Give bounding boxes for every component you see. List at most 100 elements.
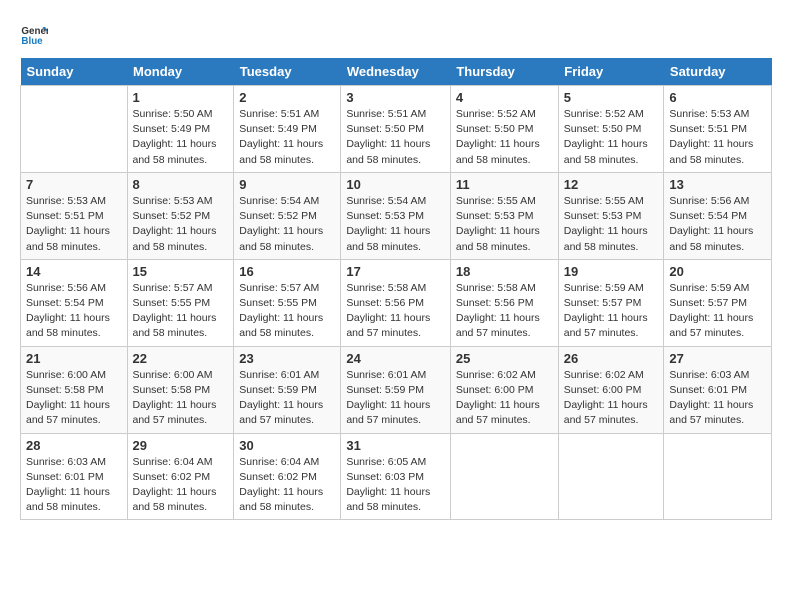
day-number: 22 xyxy=(133,351,229,366)
week-row-5: 28 Sunrise: 6:03 AMSunset: 6:01 PMDayligh… xyxy=(21,433,772,520)
logo-icon: General Blue xyxy=(20,20,48,48)
calendar-cell: 4Sunrise: 5:52 AMSunset: 5:50 PMDaylight… xyxy=(450,86,558,173)
day-info: Sunrise: 5:51 AMSunset: 5:50 PMDaylight:… xyxy=(346,107,445,168)
day-number: 16 xyxy=(239,264,335,279)
calendar-cell: 11 Sunrise: 5:55 AMSunset: 5:53 PMDayligh… xyxy=(450,172,558,259)
day-number: 15 xyxy=(133,264,229,279)
calendar-cell: 23 Sunrise: 6:01 AMSunset: 5:59 PMDayligh… xyxy=(234,346,341,433)
calendar-cell: 14 Sunrise: 5:56 AMSunset: 5:54 PMDayligh… xyxy=(21,259,128,346)
day-number: 8 xyxy=(133,177,229,192)
calendar-cell: 22 Sunrise: 6:00 AMSunset: 5:58 PMDayligh… xyxy=(127,346,234,433)
calendar-cell: 17 Sunrise: 5:58 AMSunset: 5:56 PMDayligh… xyxy=(341,259,451,346)
calendar-cell: 19 Sunrise: 5:59 AMSunset: 5:57 PMDayligh… xyxy=(558,259,664,346)
calendar-cell: 27Sunrise: 6:03 AMSunset: 6:01 PMDayligh… xyxy=(664,346,772,433)
day-info: Sunrise: 5:54 AMSunset: 5:53 PMDaylight:… xyxy=(346,194,445,255)
day-info: Sunrise: 6:05 AMSunset: 6:03 PMDaylight:… xyxy=(346,455,445,516)
calendar-cell: 10 Sunrise: 5:54 AMSunset: 5:53 PMDayligh… xyxy=(341,172,451,259)
day-info: Sunrise: 5:57 AMSunset: 5:55 PMDaylight:… xyxy=(239,281,335,342)
calendar-cell: 15Sunrise: 5:57 AMSunset: 5:55 PMDayligh… xyxy=(127,259,234,346)
day-number: 11 xyxy=(456,177,553,192)
day-info: Sunrise: 5:55 AMSunset: 5:53 PMDaylight:… xyxy=(456,194,553,255)
day-info: Sunrise: 6:04 AMSunset: 6:02 PMDaylight:… xyxy=(133,455,229,516)
calendar-cell: 13 Sunrise: 5:56 AMSunset: 5:54 PMDayligh… xyxy=(664,172,772,259)
day-info: Sunrise: 6:01 AMSunset: 5:59 PMDaylight:… xyxy=(239,368,335,429)
calendar-cell: 21 Sunrise: 6:00 AMSunset: 5:58 PMDayligh… xyxy=(21,346,128,433)
day-number: 26 xyxy=(564,351,659,366)
calendar-cell: 7 Sunrise: 5:53 AMSunset: 5:51 PMDaylight… xyxy=(21,172,128,259)
calendar-cell: 9Sunrise: 5:54 AMSunset: 5:52 PMDaylight… xyxy=(234,172,341,259)
calendar-cell: 18 Sunrise: 5:58 AMSunset: 5:56 PMDayligh… xyxy=(450,259,558,346)
day-info: Sunrise: 5:53 AMSunset: 5:51 PMDaylight:… xyxy=(26,194,122,255)
header-sunday: Sunday xyxy=(21,58,128,86)
day-number: 2 xyxy=(239,90,335,105)
day-info: Sunrise: 5:58 AMSunset: 5:56 PMDaylight:… xyxy=(456,281,553,342)
calendar-cell: 26Sunrise: 6:02 AMSunset: 6:00 PMDayligh… xyxy=(558,346,664,433)
calendar-cell: 16 Sunrise: 5:57 AMSunset: 5:55 PMDayligh… xyxy=(234,259,341,346)
calendar-cell xyxy=(664,433,772,520)
week-row-2: 7 Sunrise: 5:53 AMSunset: 5:51 PMDaylight… xyxy=(21,172,772,259)
calendar-cell xyxy=(21,86,128,173)
calendar-cell: 24 Sunrise: 6:01 AMSunset: 5:59 PMDayligh… xyxy=(341,346,451,433)
day-number: 28 xyxy=(26,438,122,453)
day-number: 25 xyxy=(456,351,553,366)
calendar-cell xyxy=(558,433,664,520)
day-info: Sunrise: 5:51 AMSunset: 5:49 PMDaylight:… xyxy=(239,107,335,168)
week-row-3: 14 Sunrise: 5:56 AMSunset: 5:54 PMDayligh… xyxy=(21,259,772,346)
page-header: General Blue xyxy=(20,20,772,48)
day-number: 24 xyxy=(346,351,445,366)
day-number: 13 xyxy=(669,177,766,192)
day-number: 10 xyxy=(346,177,445,192)
calendar-cell: 1Sunrise: 5:50 AMSunset: 5:49 PMDaylight… xyxy=(127,86,234,173)
day-info: Sunrise: 5:56 AMSunset: 5:54 PMDaylight:… xyxy=(26,281,122,342)
day-number: 20 xyxy=(669,264,766,279)
day-info: Sunrise: 5:55 AMSunset: 5:53 PMDaylight:… xyxy=(564,194,659,255)
day-info: Sunrise: 5:52 AMSunset: 5:50 PMDaylight:… xyxy=(456,107,553,168)
day-info: Sunrise: 5:58 AMSunset: 5:56 PMDaylight:… xyxy=(346,281,445,342)
day-number: 6 xyxy=(669,90,766,105)
day-info: Sunrise: 5:56 AMSunset: 5:54 PMDaylight:… xyxy=(669,194,766,255)
calendar-cell: 3 Sunrise: 5:51 AMSunset: 5:50 PMDaylight… xyxy=(341,86,451,173)
day-info: Sunrise: 6:03 AMSunset: 6:01 PMDaylight:… xyxy=(669,368,766,429)
header-thursday: Thursday xyxy=(450,58,558,86)
week-row-4: 21 Sunrise: 6:00 AMSunset: 5:58 PMDayligh… xyxy=(21,346,772,433)
day-info: Sunrise: 5:54 AMSunset: 5:52 PMDaylight:… xyxy=(239,194,335,255)
day-number: 5 xyxy=(564,90,659,105)
calendar-cell: 31 Sunrise: 6:05 AMSunset: 6:03 PMDayligh… xyxy=(341,433,451,520)
day-number: 21 xyxy=(26,351,122,366)
day-info: Sunrise: 5:52 AMSunset: 5:50 PMDaylight:… xyxy=(564,107,659,168)
svg-text:Blue: Blue xyxy=(21,36,43,47)
day-number: 17 xyxy=(346,264,445,279)
calendar-cell: 25 Sunrise: 6:02 AMSunset: 6:00 PMDayligh… xyxy=(450,346,558,433)
day-number: 18 xyxy=(456,264,553,279)
header-tuesday: Tuesday xyxy=(234,58,341,86)
header-saturday: Saturday xyxy=(664,58,772,86)
calendar-body: 1Sunrise: 5:50 AMSunset: 5:49 PMDaylight… xyxy=(21,86,772,520)
day-info: Sunrise: 6:02 AMSunset: 6:00 PMDaylight:… xyxy=(456,368,553,429)
day-info: Sunrise: 5:53 AMSunset: 5:52 PMDaylight:… xyxy=(133,194,229,255)
calendar-header-row: SundayMondayTuesdayWednesdayThursdayFrid… xyxy=(21,58,772,86)
calendar-table: SundayMondayTuesdayWednesdayThursdayFrid… xyxy=(20,58,772,520)
day-info: Sunrise: 5:53 AMSunset: 5:51 PMDaylight:… xyxy=(669,107,766,168)
day-number: 31 xyxy=(346,438,445,453)
day-info: Sunrise: 6:00 AMSunset: 5:58 PMDaylight:… xyxy=(26,368,122,429)
day-number: 14 xyxy=(26,264,122,279)
day-number: 7 xyxy=(26,177,122,192)
calendar-cell: 28 Sunrise: 6:03 AMSunset: 6:01 PMDayligh… xyxy=(21,433,128,520)
day-number: 23 xyxy=(239,351,335,366)
day-number: 12 xyxy=(564,177,659,192)
day-info: Sunrise: 6:03 AMSunset: 6:01 PMDaylight:… xyxy=(26,455,122,516)
day-info: Sunrise: 6:00 AMSunset: 5:58 PMDaylight:… xyxy=(133,368,229,429)
day-number: 3 xyxy=(346,90,445,105)
day-info: Sunrise: 5:59 AMSunset: 5:57 PMDaylight:… xyxy=(669,281,766,342)
calendar-cell: 8 Sunrise: 5:53 AMSunset: 5:52 PMDaylight… xyxy=(127,172,234,259)
day-number: 19 xyxy=(564,264,659,279)
day-info: Sunrise: 6:01 AMSunset: 5:59 PMDaylight:… xyxy=(346,368,445,429)
calendar-cell xyxy=(450,433,558,520)
calendar-cell: 30Sunrise: 6:04 AMSunset: 6:02 PMDayligh… xyxy=(234,433,341,520)
day-info: Sunrise: 5:59 AMSunset: 5:57 PMDaylight:… xyxy=(564,281,659,342)
day-info: Sunrise: 6:04 AMSunset: 6:02 PMDaylight:… xyxy=(239,455,335,516)
header-wednesday: Wednesday xyxy=(341,58,451,86)
calendar-cell: 2 Sunrise: 5:51 AMSunset: 5:49 PMDaylight… xyxy=(234,86,341,173)
week-row-1: 1Sunrise: 5:50 AMSunset: 5:49 PMDaylight… xyxy=(21,86,772,173)
day-number: 29 xyxy=(133,438,229,453)
